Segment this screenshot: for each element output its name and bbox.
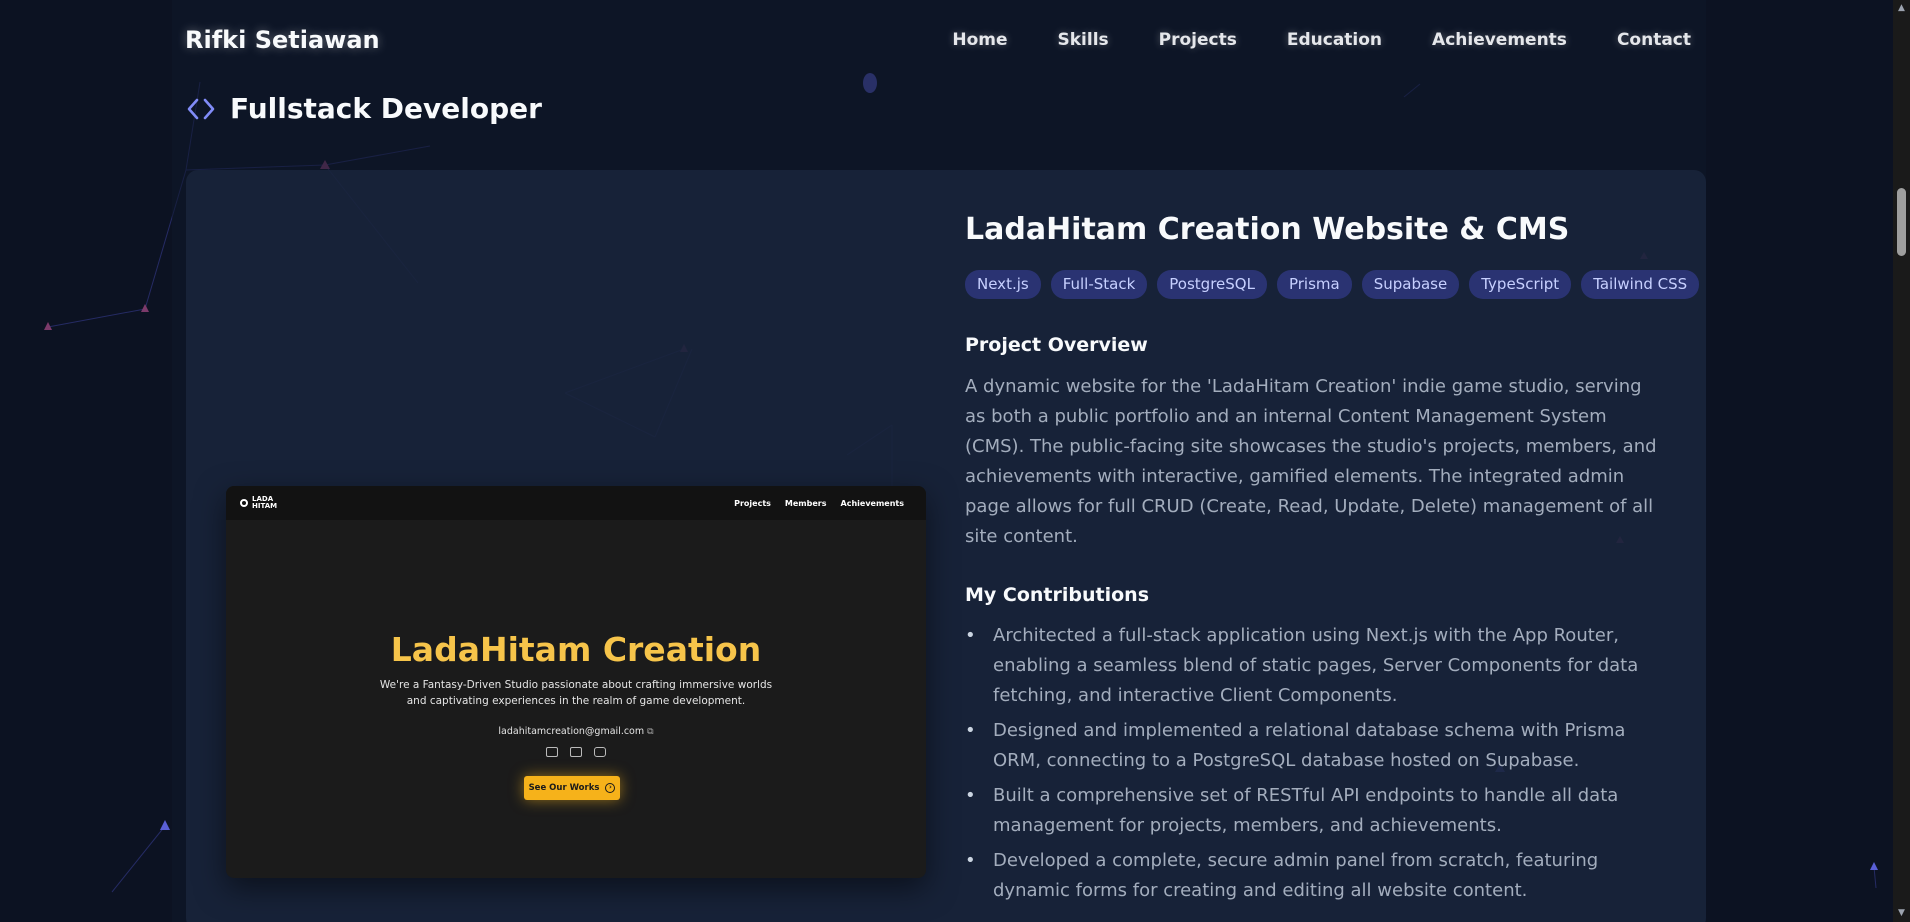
preview-email: ladahitamcreation@gmail.com ⧉ (226, 726, 926, 737)
overview-text: A dynamic website for the 'LadaHitam Cre… (965, 376, 1657, 547)
instagram-icon (594, 747, 606, 757)
tag-typescript: TypeScript (1469, 270, 1572, 299)
tag-nextjs: Next.js (965, 270, 1041, 299)
nav-contact-link[interactable]: Contact (1617, 30, 1691, 50)
discord-icon (546, 747, 558, 757)
scrollbar-thumb[interactable] (1897, 188, 1906, 256)
preview-nav-members: Members (784, 498, 827, 508)
tag-tailwind: Tailwind CSS (1581, 270, 1700, 299)
preview-title: LadaHitam Creation (390, 630, 762, 669)
list-item: Built a comprehensive set of RESTful API… (965, 781, 1675, 841)
preview-socials (226, 747, 926, 757)
preview-nav-achievements: Achievements (840, 498, 904, 508)
preview-logo: LADA HITAM (240, 495, 278, 510)
tag-supabase: Supabase (1361, 270, 1460, 299)
section-heading: Fullstack Developer (186, 92, 542, 125)
nav-projects-link[interactable]: Projects (1159, 30, 1237, 50)
preview-email-text: ladahitamcreation@gmail.com (498, 726, 645, 737)
preview-cta-button: See Our Works › (524, 776, 620, 800)
overview-heading: Project Overview (965, 334, 1148, 356)
nav-education-link[interactable]: Education (1287, 30, 1382, 50)
brand-logo[interactable]: Rifki Setiawan (185, 26, 380, 54)
project-screenshot: LADA HITAM Projects Members Achievements… (226, 486, 926, 878)
tag-fullstack: Full-Stack (1050, 270, 1148, 299)
list-item: Architected a full-stack application usi… (965, 621, 1675, 711)
nav-home-link[interactable]: Home (952, 30, 1007, 50)
arrow-circle-icon: › (605, 783, 616, 793)
tag-postgresql: PostgreSQL (1157, 270, 1267, 299)
copy-icon: ⧉ (647, 727, 654, 737)
scroll-down-arrow-icon[interactable]: ▼ (1893, 905, 1910, 922)
tech-tags: Next.js Full-Stack PostgreSQL Prisma Sup… (965, 270, 1700, 299)
project-title: LadaHitam Creation Website & CMS (965, 212, 1570, 247)
preview-logo-text: LADA HITAM (252, 495, 278, 510)
section-title: Fullstack Developer (230, 92, 542, 125)
preview-navbar: LADA HITAM Projects Members Achievements (226, 486, 926, 520)
list-item: Designed and implemented a relational da… (965, 716, 1675, 776)
list-item: Developed a complete, secure admin panel… (965, 846, 1675, 906)
preview-subtitle: We're a Fantasy-Driven Studio passionate… (379, 679, 773, 707)
preview-logo-mark (240, 499, 248, 507)
preview-cta-label: See Our Works (528, 783, 600, 793)
nav-achievements-link[interactable]: Achievements (1432, 30, 1567, 50)
linkedin-icon (570, 747, 582, 757)
main-nav: Home Skills Projects Education Achieveme… (952, 30, 1691, 50)
preview-nav-links: Projects Members Achievements (734, 499, 904, 508)
preview-nav-projects: Projects (734, 498, 771, 508)
vertical-scrollbar[interactable]: ▲ ▼ (1893, 0, 1910, 922)
nav-skills-link[interactable]: Skills (1058, 30, 1109, 50)
contributions-list: Architected a full-stack application usi… (965, 621, 1675, 911)
tag-prisma: Prisma (1276, 270, 1352, 299)
scroll-up-arrow-icon[interactable]: ▲ (1893, 0, 1910, 17)
contributions-heading: My Contributions (965, 584, 1150, 606)
code-icon (187, 98, 215, 119)
